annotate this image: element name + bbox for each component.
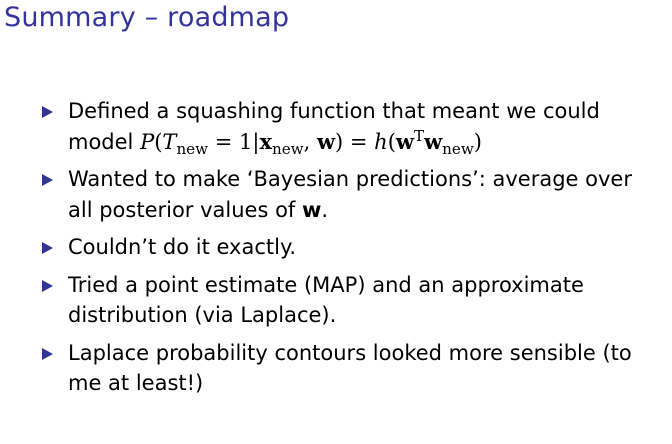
bullet-item-3: Couldn’t do it exactly. xyxy=(40,232,660,263)
bullet-item-1: Defined a squashing function that meant … xyxy=(40,96,660,157)
triangle-right-icon xyxy=(42,174,53,186)
bullet-text: Tried a point estimate (MAP) and an appr… xyxy=(68,272,584,328)
slide-title: Summary – roadmap xyxy=(4,2,290,33)
bullet-text: Laplace probability contours looked more… xyxy=(68,340,632,396)
triangle-right-icon xyxy=(42,347,53,360)
triangle-right-icon xyxy=(42,279,53,292)
triangle-right-icon xyxy=(42,242,53,254)
triangle-right-icon xyxy=(42,106,53,118)
bullet-list: Defined a squashing function that meant … xyxy=(40,96,660,406)
bullet-item-4: Tried a point estimate (MAP) and an appr… xyxy=(40,270,660,331)
bullet-item-5: Laplace probability contours looked more… xyxy=(40,338,660,399)
bullet-text: Wanted to make ‘Bayesian predictions’: a… xyxy=(68,167,632,222)
bullet-item-2: Wanted to make ‘Bayesian predictions’: a… xyxy=(40,164,660,225)
bullet-text: Couldn’t do it exactly. xyxy=(68,235,297,259)
bold-w: w xyxy=(302,197,322,222)
math-expression: P(Tnew = 1|xnew, w) = h(wTwnew) xyxy=(140,126,482,158)
